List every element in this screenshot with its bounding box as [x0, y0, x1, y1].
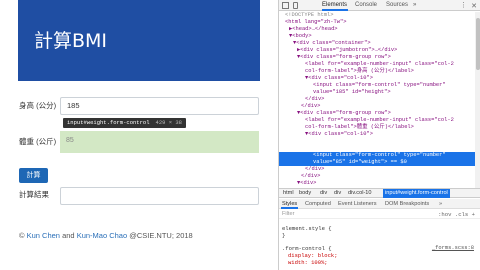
crumb-div[interactable]: div [334, 190, 341, 196]
tab-elements[interactable]: Elements [322, 2, 347, 8]
dom-tree: <!DOCTYPE html> <html lang="zh-Tw"> ▶<he… [279, 12, 475, 188]
devtools-menu-icon[interactable]: ⋮ [460, 1, 467, 9]
dom-node-selected[interactable]: <input class="form-control" type="number… [279, 152, 475, 159]
filter-tools[interactable]: :hov .cls + [438, 211, 475, 218]
inspect-tooltip: input#weight.form-control 429 × 38 [63, 118, 186, 128]
author-link-2[interactable]: Kun-Mao Chao [77, 231, 127, 240]
tab-console[interactable]: Console [355, 2, 377, 8]
more-style-tabs-icon[interactable]: » [439, 201, 442, 207]
weight-input-highlight [60, 131, 259, 153]
dom-node[interactable]: </div> [301, 173, 320, 180]
scrollbar-thumb[interactable] [476, 18, 480, 70]
dom-node-selected[interactable]: value="85" id="weight"> == $0 [279, 159, 475, 166]
crumb-html[interactable]: html [283, 190, 294, 196]
dom-node[interactable]: ▼<div class="col-10"> [305, 75, 373, 82]
page-title: 計算BMI [34, 30, 108, 52]
tooltip-size: 429 × 38 [155, 119, 182, 126]
close-icon[interactable]: ✕ [471, 2, 477, 10]
dom-node[interactable]: </div> [305, 96, 324, 103]
crumb-col10[interactable]: div.col-10 [348, 190, 372, 196]
devtools-tabbar: Elements Console Sources » ⋮ ✕ [279, 0, 480, 11]
author-link-1[interactable]: Kun Chen [27, 231, 60, 240]
footer: © Kun Chen and Kun-Mao Chao @CSIE.NTU; 2… [19, 231, 193, 240]
dom-node[interactable]: ▼<body> [289, 33, 312, 40]
dom-node[interactable]: <html lang="zh-Tw"> [285, 19, 346, 26]
dom-node[interactable]: <!DOCTYPE html> [285, 12, 334, 19]
footer-and: and [62, 231, 75, 240]
css-property[interactable]: width: 100%; [288, 259, 328, 266]
styles-filter[interactable]: Filter :hov .cls + [279, 209, 480, 219]
dom-node[interactable]: </div> [305, 166, 324, 173]
result-field[interactable] [60, 187, 259, 205]
css-selector[interactable]: element.style { [282, 225, 332, 232]
inspect-element-icon[interactable] [282, 2, 289, 9]
dom-node[interactable]: ▼<div> [297, 180, 316, 187]
dom-node[interactable]: </div> [301, 103, 320, 110]
height-label: 身高 (公分) [19, 101, 57, 110]
crumb-body[interactable]: body [299, 190, 311, 196]
dom-node[interactable]: ▼<div class="col-10"> [305, 131, 373, 138]
styles-tabbar: Styles Computed Event Listeners DOM Brea… [279, 199, 480, 209]
jumbotron: 計算BMI [18, 0, 260, 81]
tab-dom-breakpoints[interactable]: DOM Breakpoints [385, 201, 429, 207]
dom-node[interactable]: <label for="example-number-input" class=… [305, 61, 454, 68]
dom-node[interactable]: ▶<head>…</head> [289, 26, 338, 33]
css-brace: } [282, 232, 286, 239]
device-toolbar-icon[interactable] [293, 2, 298, 9]
copyright-symbol: © [19, 231, 25, 240]
css-property[interactable]: display: block; [288, 252, 338, 259]
page-viewport: 計算BMI 身高 (公分) 185 input#weight.form-cont… [0, 0, 278, 270]
dom-node[interactable]: ▼<div class="form-group row"> [297, 110, 391, 117]
breadcrumb: html body div div div.col-10 input#weigh… [279, 188, 480, 198]
crumb-div[interactable]: div [320, 190, 327, 196]
css-source-link[interactable]: _forms.scss:8 [432, 245, 474, 251]
weight-input[interactable]: 85 [66, 137, 74, 144]
footer-affiliation: @CSIE.NTU; 2018 [129, 231, 193, 240]
active-tab-indicator [322, 9, 348, 11]
tooltip-selector: input#weight.form-control [67, 119, 150, 126]
tab-sources[interactable]: Sources [386, 2, 408, 8]
weight-label: 體重 (公斤) [19, 137, 57, 146]
more-tabs-icon[interactable]: » [413, 2, 416, 8]
dom-node[interactable]: col-form-label">體重 (公斤)</label> [305, 124, 414, 131]
css-selector[interactable]: .form-control { [282, 245, 332, 252]
dom-node[interactable]: ▼<div class="form-group row"> [297, 54, 391, 61]
filter-input[interactable]: Filter [282, 211, 294, 217]
tab-event-listeners[interactable]: Event Listeners [338, 201, 377, 207]
dom-node[interactable]: <input class="form-control" type="number… [313, 82, 446, 89]
dom-node[interactable]: col-form-label">身高 (公分)</label> [305, 68, 414, 75]
dom-node[interactable]: ▼<div class="container"> [293, 40, 371, 47]
devtools-panel: Elements Console Sources » ⋮ ✕ <!DOCTYPE… [278, 0, 480, 270]
dom-node[interactable]: ▶<div class="jumbotron">…</div> [297, 47, 397, 54]
crumb-input-weight[interactable]: input#weight.form-control [383, 189, 450, 198]
tab-computed[interactable]: Computed [305, 201, 331, 207]
calculate-button[interactable]: 計算 [19, 168, 48, 183]
result-label: 計算結果 [19, 190, 49, 199]
dom-scrollbar[interactable] [475, 12, 480, 188]
dom-node[interactable]: value="185" id="height"> [313, 89, 391, 96]
height-input[interactable]: 185 [60, 97, 259, 115]
dom-node[interactable]: <label for="example-number-input" class=… [305, 117, 454, 124]
